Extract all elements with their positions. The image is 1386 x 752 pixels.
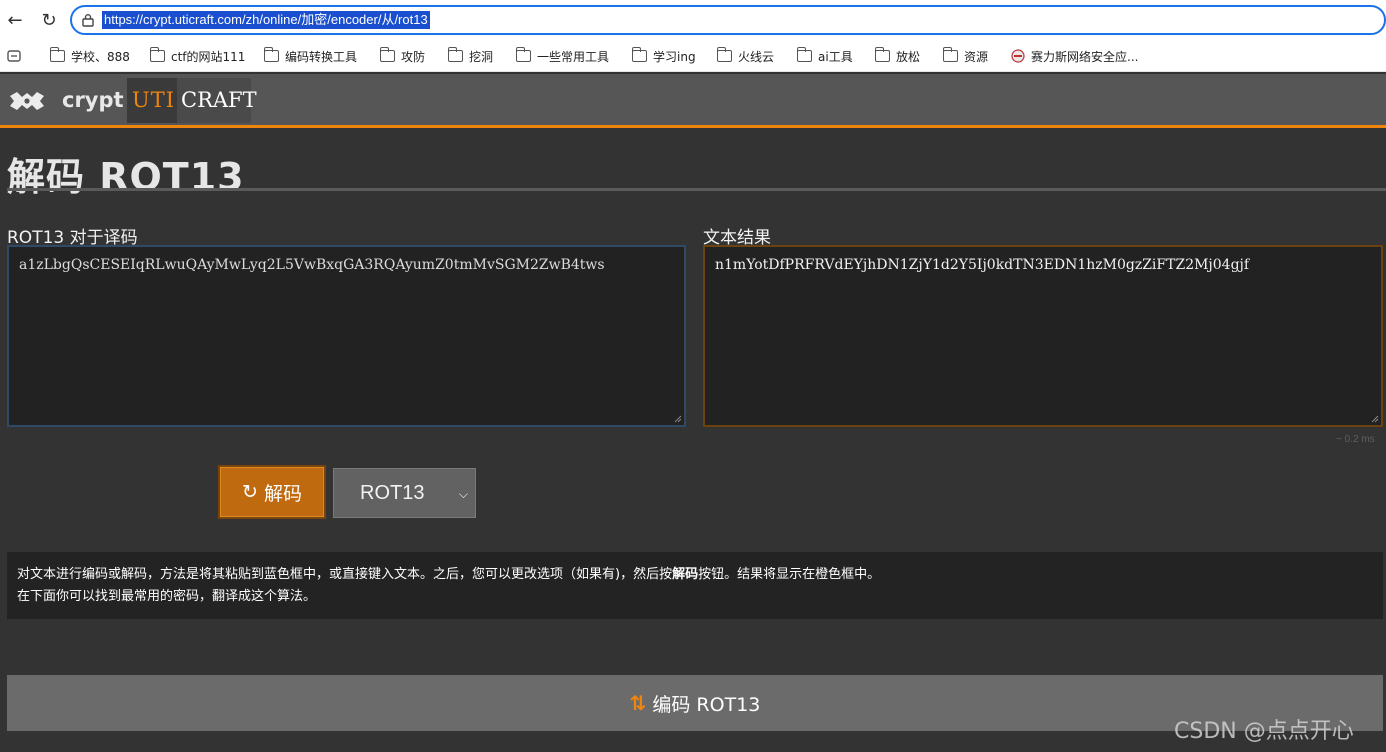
folder-icon bbox=[49, 47, 65, 62]
folder-icon bbox=[515, 47, 531, 62]
lock-icon bbox=[82, 14, 94, 27]
reload-icon[interactable]: ↻ bbox=[37, 8, 61, 32]
output-text: n1mYotDfPRFRVdEYjhDN1ZjY1d2Y5Ij0kdTN3EDN… bbox=[715, 257, 1250, 273]
instructions-line-2: 在下面你可以找到最常用的密码，翻译成这个算法。 bbox=[17, 589, 317, 604]
chevron-down-icon: ⌵ bbox=[458, 487, 468, 501]
bookmark-folder-huoxian-cloud[interactable]: 火线云 bbox=[716, 47, 775, 65]
url-text[interactable]: https://crypt.uticraft.com/zh/online/加密/… bbox=[102, 11, 430, 29]
site-header: crypt UTI CRAFT bbox=[0, 74, 1386, 128]
bookmark-label: 赛力斯网络安全应... bbox=[1031, 49, 1139, 64]
decode-button[interactable]: ↻ 解码 bbox=[218, 465, 326, 519]
encode-bar-label: 编码 ROT13 bbox=[652, 693, 761, 716]
input-text: a1zLbgQsCESEIqRLwuQAyMwLyq2L5VwBxqGA3RQA… bbox=[19, 257, 605, 273]
bookmark-folder-ai-tools[interactable]: ai工具 bbox=[796, 47, 853, 65]
algorithm-select-value: ROT13 bbox=[360, 481, 425, 504]
folder-icon bbox=[447, 47, 463, 62]
folder-icon bbox=[874, 47, 890, 62]
decode-button-label: 解码 bbox=[263, 482, 302, 505]
folder-icon bbox=[149, 47, 165, 62]
browser-address-bar: ← ↻ https://crypt.uticraft.com/zh/online… bbox=[0, 0, 1386, 40]
bookmark-folder-encoding-tools[interactable]: 编码转换工具 bbox=[263, 47, 358, 65]
title-divider bbox=[7, 188, 1386, 191]
decode-keyword: 解码 bbox=[672, 567, 699, 582]
bookmark-label: 一些常用工具 bbox=[537, 49, 610, 64]
folder-icon bbox=[716, 47, 732, 62]
resize-handle-icon[interactable] bbox=[674, 415, 682, 423]
bookmark-label: 攻防 bbox=[401, 49, 426, 64]
logo-craft-text: CRAFT bbox=[181, 88, 257, 112]
bookmark-label: 编码转换工具 bbox=[285, 49, 358, 64]
bookmark-folder-resources[interactable]: 资源 bbox=[942, 47, 989, 65]
csdn-watermark: CSDN @点点开心 bbox=[1174, 719, 1354, 744]
bookmark-folder-relax[interactable]: 放松 bbox=[874, 47, 921, 65]
folder-icon bbox=[263, 47, 279, 62]
bookmark-label: 火线云 bbox=[738, 49, 775, 64]
bookmark-label: 资源 bbox=[964, 49, 989, 64]
bookmark-label: 放松 bbox=[896, 49, 921, 64]
reading-list-icon[interactable] bbox=[7, 47, 21, 65]
instructions-panel: 对文本进行编码或解码，方法是将其粘贴到蓝色框中，或直接键入文本。之后，您可以更改… bbox=[7, 552, 1383, 619]
url-field[interactable]: https://crypt.uticraft.com/zh/online/加密/… bbox=[70, 5, 1386, 35]
bookmark-label: 挖洞 bbox=[469, 49, 494, 64]
bookmark-seres-security[interactable]: 赛力斯网络安全应... bbox=[1011, 47, 1138, 65]
bookmark-folder-school[interactable]: 学校、888 bbox=[49, 47, 130, 65]
logo-crypt-text[interactable]: crypt bbox=[62, 88, 124, 112]
bookmark-folder-common-tools[interactable]: 一些常用工具 bbox=[515, 47, 610, 65]
bookmark-label: ctf的网站111 bbox=[171, 49, 246, 64]
bookmark-folder-ctf[interactable]: ctf的网站111 bbox=[149, 47, 246, 65]
bookmark-label: 学习ing bbox=[653, 49, 696, 64]
result-output-textarea[interactable]: n1mYotDfPRFRVdEYjhDN1ZjY1d2Y5Ij0kdTN3EDN… bbox=[703, 245, 1383, 427]
resize-handle-icon[interactable] bbox=[1371, 415, 1379, 423]
site-icon bbox=[1011, 49, 1025, 63]
logo-uti-text: UTI bbox=[132, 88, 176, 112]
bookmark-label: ai工具 bbox=[818, 49, 853, 64]
swap-arrows-icon: ⇅ bbox=[629, 691, 647, 715]
folder-icon bbox=[942, 47, 958, 62]
back-arrow-icon[interactable]: ← bbox=[3, 8, 27, 32]
folder-icon bbox=[796, 47, 812, 62]
rot13-input-textarea[interactable]: a1zLbgQsCESEIqRLwuQAyMwLyq2L5VwBxqGA3RQA… bbox=[7, 245, 686, 427]
refresh-icon: ↻ bbox=[242, 481, 258, 503]
timing-label: ~ 0.2 ms bbox=[1336, 434, 1375, 445]
bookmark-folder-attack-defense[interactable]: 攻防 bbox=[379, 47, 426, 65]
bookmark-folder-bug-hunting[interactable]: 挖洞 bbox=[447, 47, 494, 65]
page-title: 解码 ROT13 bbox=[7, 155, 245, 199]
bookmark-folder-learning[interactable]: 学习ing bbox=[631, 47, 696, 65]
folder-icon bbox=[379, 47, 395, 62]
algorithm-select[interactable]: ROT13 ⌵ bbox=[333, 468, 476, 518]
bookmarks-bar: 学校、888 ctf的网站111 编码转换工具 攻防 挖洞 一些常用工具 学习i… bbox=[0, 40, 1386, 72]
bookmark-label: 学校、888 bbox=[71, 49, 130, 64]
logo-icon[interactable] bbox=[8, 90, 46, 112]
folder-icon bbox=[631, 47, 647, 62]
instructions-line-1: 对文本进行编码或解码，方法是将其粘贴到蓝色框中，或直接键入文本。之后，您可以更改… bbox=[17, 567, 881, 582]
logo-uticraft[interactable]: UTI CRAFT bbox=[127, 78, 257, 123]
